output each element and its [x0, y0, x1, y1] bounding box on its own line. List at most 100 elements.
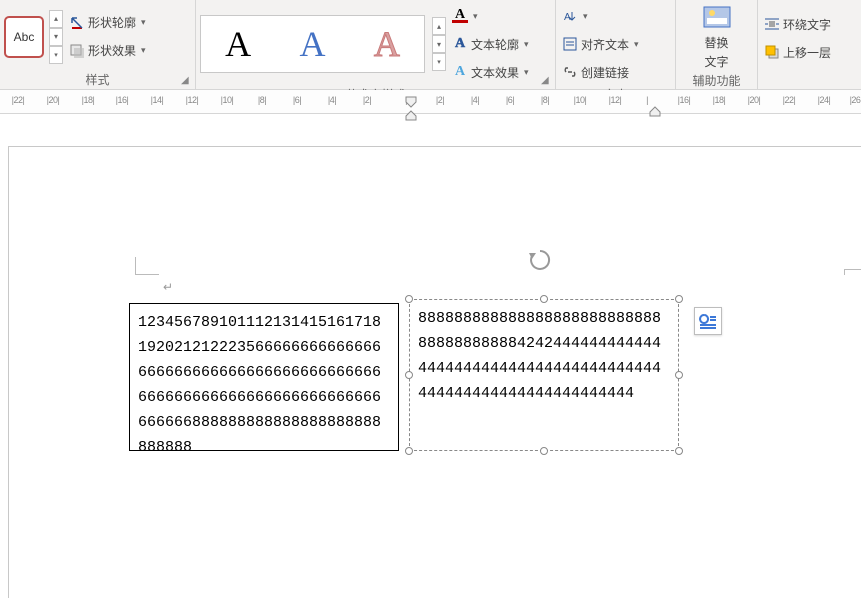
rotate-handle[interactable]: [527, 247, 553, 273]
hanging-indent-marker[interactable]: [405, 110, 417, 124]
ruler-mark: |22|: [783, 95, 796, 105]
chevron-down-icon: ▾: [524, 67, 529, 78]
ribbon: Abc ▴ ▾ ▾ 形状轮廓 ▾: [0, 0, 861, 90]
wordart-style-3[interactable]: A: [364, 23, 410, 65]
resize-handle-n[interactable]: [540, 295, 548, 303]
wordart-spinner[interactable]: ▴ ▾ ▾: [429, 16, 446, 72]
align-text-icon: [562, 36, 578, 52]
text-outline-label: 文本轮廓: [471, 36, 519, 53]
page-margin-corner-right: [844, 269, 861, 275]
alt-text-label1: 替换: [704, 34, 728, 51]
create-link-label: 创建链接: [581, 64, 629, 81]
ruler-mark: |6|: [293, 95, 301, 105]
shape-outline-label: 形状轮廓: [88, 14, 136, 31]
chevron-down-icon: ▾: [141, 17, 146, 28]
ruler-mark: |8|: [258, 95, 266, 105]
resize-handle-e[interactable]: [675, 371, 683, 379]
ruler-mark: |20|: [748, 95, 761, 105]
text-effects-icon: A: [452, 64, 468, 80]
chevron-down-icon: ▾: [524, 39, 529, 50]
align-text-label: 对齐文本: [581, 36, 629, 53]
text-fill-icon: A: [452, 9, 468, 23]
bring-forward-button[interactable]: 上移一层: [762, 38, 833, 66]
ruler-mark: |16|: [678, 95, 691, 105]
resize-handle-nw[interactable]: [405, 295, 413, 303]
ruler-mark: |10|: [574, 95, 587, 105]
horizontal-ruler[interactable]: |22| |20| |18| |16| |14| |12| |10| |8| |6| |4| |2|…: [0, 90, 861, 114]
text-box-2-content: 8888888888888888888888888888888888888842…: [418, 310, 661, 402]
text-direction-button[interactable]: A ▾: [560, 2, 641, 30]
ruler-mark: |2|: [436, 95, 444, 105]
wordart-style-2[interactable]: A: [289, 23, 335, 65]
ruler-mark: |18|: [713, 95, 726, 105]
shape-effects-button[interactable]: 形状效果 ▾: [67, 37, 148, 65]
ruler-mark: |20|: [47, 95, 60, 105]
text-outline-icon: A: [452, 36, 468, 52]
ruler-mark: |12|: [609, 95, 622, 105]
shape-style-gallery[interactable]: Abc: [4, 16, 44, 58]
dialog-launcher-wordart[interactable]: ◢: [541, 76, 553, 88]
ruler-mark: |4|: [471, 95, 479, 105]
layout-options-button[interactable]: [694, 307, 722, 335]
group-arrange: 环绕文字 上移一层: [758, 0, 861, 90]
document-area[interactable]: ↵ 12345678910111213141516171819202121222…: [8, 146, 861, 598]
layout-options-icon: [698, 311, 718, 331]
shape-effects-icon: [69, 43, 85, 59]
shape-effects-label: 形状效果: [88, 42, 136, 59]
paragraph-mark: ↵: [163, 280, 173, 294]
dialog-launcher-styles[interactable]: ◢: [181, 76, 193, 88]
group-label-styles: 样式: [4, 71, 191, 90]
gallery-spinner[interactable]: ▴ ▾ ▾: [46, 9, 63, 65]
create-link-button[interactable]: 创建链接: [560, 58, 641, 86]
group-label-acc: 辅助功能: [680, 72, 753, 91]
ruler-mark: |16|: [116, 95, 129, 105]
ruler-mark: |2|: [363, 95, 371, 105]
shape-outline-icon: [69, 15, 85, 31]
bring-forward-label: 上移一层: [783, 44, 831, 61]
resize-handle-s[interactable]: [540, 447, 548, 455]
bring-forward-icon: [764, 44, 780, 60]
chevron-down-icon: ▾: [583, 11, 588, 22]
group-wordart: A A A ▴ ▾ ▾ A ▾ A 文本轮廓 ▾ A: [196, 0, 556, 90]
right-indent-marker[interactable]: [649, 106, 661, 120]
text-box-2-selected[interactable]: 8888888888888888888888888888888888888842…: [409, 299, 679, 451]
ruler-mark: |12|: [186, 95, 199, 105]
ruler-mark: |26: [850, 95, 861, 105]
ruler-mark: |6|: [506, 95, 514, 105]
group-styles: Abc ▴ ▾ ▾ 形状轮廓 ▾: [0, 0, 196, 90]
resize-handle-sw[interactable]: [405, 447, 413, 455]
wordart-gallery[interactable]: A A A: [200, 15, 425, 73]
ruler-mark: |10|: [221, 95, 234, 105]
wrap-text-button[interactable]: 环绕文字: [762, 10, 833, 38]
ruler-mark: |24|: [818, 95, 831, 105]
alt-text-icon: [701, 4, 733, 32]
wrap-text-icon: [764, 16, 780, 32]
ruler-mark: |8|: [541, 95, 549, 105]
group-accessibility: 替换 文字 辅助功能: [676, 0, 758, 90]
text-direction-icon: A: [562, 8, 578, 24]
text-outline-button[interactable]: A 文本轮廓 ▾: [450, 30, 531, 58]
text-effects-button[interactable]: A 文本效果 ▾: [450, 58, 531, 86]
text-box-1[interactable]: 1234567891011121314151617181920212122235…: [129, 303, 399, 451]
alt-text-label2: 文字: [704, 53, 728, 70]
shape-outline-button[interactable]: 形状轮廓 ▾: [67, 9, 148, 37]
link-icon: [562, 64, 578, 80]
ruler-mark: |14|: [151, 95, 164, 105]
resize-handle-ne[interactable]: [675, 295, 683, 303]
page-margin-corner-left: [135, 257, 159, 275]
ruler-mark: |22|: [12, 95, 25, 105]
chevron-down-icon: ▾: [141, 45, 146, 56]
wordart-style-1[interactable]: A: [215, 23, 261, 65]
resize-handle-w[interactable]: [405, 371, 413, 379]
alt-text-button[interactable]: 替换 文字: [695, 2, 739, 72]
wrap-text-label: 环绕文字: [783, 16, 831, 33]
ruler-mark: |4|: [328, 95, 336, 105]
chevron-down-icon: ▾: [634, 39, 639, 50]
ruler-mark: |: [646, 95, 648, 105]
text-fill-button[interactable]: A ▾: [450, 2, 531, 30]
group-text: A ▾ 对齐文本 ▾ 创建链接 文本: [556, 0, 676, 90]
align-text-button[interactable]: 对齐文本 ▾: [560, 30, 641, 58]
resize-handle-se[interactable]: [675, 447, 683, 455]
ruler-mark: |18|: [82, 95, 95, 105]
chevron-down-icon: ▾: [473, 11, 478, 22]
